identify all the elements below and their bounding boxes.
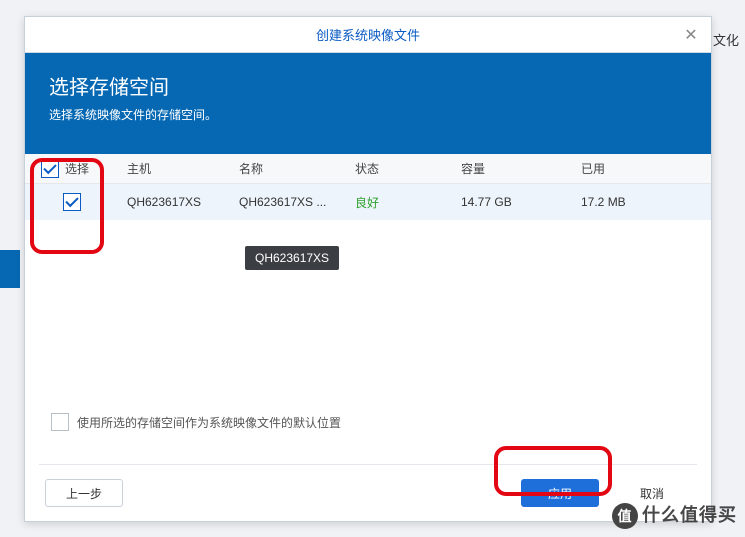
dialog-footer: 上一步 应用 取消: [25, 465, 711, 521]
back-button[interactable]: 上一步: [45, 479, 123, 507]
default-location-label: 使用所选的存储空间作为系统映像文件的默认位置: [77, 414, 341, 431]
close-icon[interactable]: ✕: [681, 25, 701, 45]
watermark-icon: 值: [612, 503, 638, 529]
header-capacity[interactable]: 容量: [453, 160, 573, 177]
watermark: 值什么值得买: [612, 501, 737, 529]
banner: 选择存储空间 选择系统映像文件的存储空间。: [25, 53, 711, 154]
banner-subtitle: 选择系统映像文件的存储空间。: [49, 106, 687, 123]
name-tooltip: QH623617XS: [245, 246, 339, 270]
cell-host: QH623617XS: [119, 195, 231, 209]
table-header-row: 选择 主机 名称 状态 容量 已用: [25, 154, 711, 184]
cell-name: QH623617XS ...: [231, 195, 347, 209]
cell-used: 17.2 MB: [573, 195, 711, 209]
row-checkbox[interactable]: [63, 193, 81, 211]
default-location-checkbox[interactable]: [51, 413, 69, 431]
create-image-dialog: 创建系统映像文件 ✕ 选择存储空间 选择系统映像文件的存储空间。 选择 主机 名…: [24, 16, 712, 522]
side-label: 文化: [713, 30, 739, 49]
header-select[interactable]: 选择: [25, 160, 119, 178]
header-select-label: 选择: [65, 160, 89, 177]
apply-button[interactable]: 应用: [521, 479, 599, 507]
dialog-title: 创建系统映像文件: [316, 25, 420, 44]
table-row[interactable]: QH623617XS QH623617XS ... 良好 14.77 GB 17…: [25, 184, 711, 220]
header-status[interactable]: 状态: [347, 160, 453, 177]
cell-capacity: 14.77 GB: [453, 195, 573, 209]
cell-status: 良好: [347, 194, 453, 211]
select-all-checkbox[interactable]: [41, 160, 59, 178]
storage-table: 选择 主机 名称 状态 容量 已用 QH623617XS QH623617XS …: [25, 154, 711, 220]
default-location-option[interactable]: 使用所选的存储空间作为系统映像文件的默认位置: [51, 413, 341, 431]
dialog-titlebar: 创建系统映像文件 ✕: [25, 17, 711, 53]
header-host[interactable]: 主机: [119, 160, 231, 177]
banner-title: 选择存储空间: [49, 71, 687, 100]
header-used[interactable]: 已用: [573, 160, 711, 177]
header-name[interactable]: 名称: [231, 160, 347, 177]
background-strip: [0, 250, 20, 288]
watermark-text: 什么值得买: [642, 505, 737, 525]
